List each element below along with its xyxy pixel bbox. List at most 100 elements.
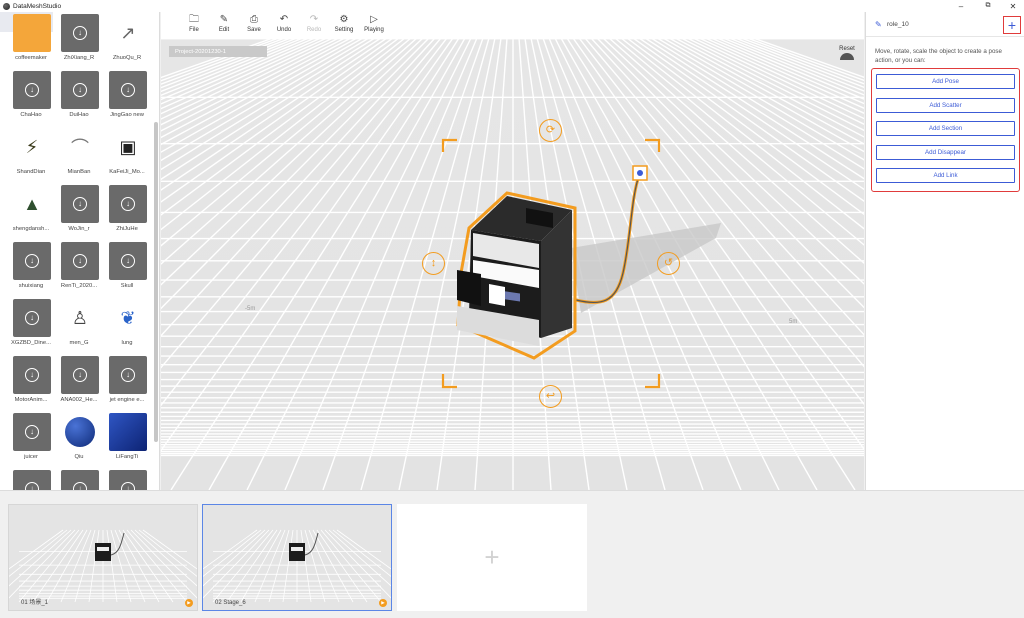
- asset-label: Skull: [120, 283, 134, 289]
- undo-icon: ↶: [279, 14, 289, 25]
- asset-item[interactable]: ▲ shengdansh...: [11, 185, 51, 240]
- rotate-up-icon[interactable]: ⟳: [539, 119, 562, 142]
- asset-label: juicer: [24, 454, 38, 460]
- asset-item[interactable]: ↓ Skull: [107, 242, 147, 297]
- asset-label: ShandDian: [16, 169, 46, 175]
- asset-label: coffeemaker: [15, 55, 47, 61]
- asset-item[interactable]: ↓: [11, 470, 51, 490]
- stage-label: 02 Stage_6: [215, 600, 246, 606]
- pencil-icon[interactable]: ✎: [875, 20, 884, 29]
- download-icon: ↓: [61, 71, 99, 109]
- rotate-vertical-icon[interactable]: ↕: [422, 252, 445, 275]
- asset-item[interactable]: ↗ ZhuoQu_R: [107, 14, 147, 69]
- close-button[interactable]: ✕: [1002, 0, 1024, 12]
- rotate-down-icon[interactable]: ↩: [539, 385, 562, 408]
- reset-camera-button[interactable]: Reset: [837, 46, 857, 66]
- undo-button[interactable]: ↶ Undo: [269, 12, 299, 38]
- asset-item[interactable]: Qiu: [59, 413, 99, 468]
- role-name: role_10: [887, 20, 909, 28]
- asset-label: MianBan: [67, 169, 91, 175]
- asset-label: shengdansh...: [12, 226, 50, 232]
- stage-card-1[interactable]: 01 场景_1 ▶: [0, 504, 244, 611]
- add-section-button[interactable]: Add Section: [876, 121, 1015, 136]
- add-pose-button[interactable]: Add Pose: [876, 74, 1015, 89]
- add-role-button[interactable]: +: [1003, 16, 1021, 34]
- download-icon: ↓: [61, 356, 99, 394]
- asset-item[interactable]: ↓: [59, 470, 99, 490]
- play-icon[interactable]: ▶: [185, 599, 193, 607]
- minimize-button[interactable]: –: [950, 0, 972, 12]
- asset-item[interactable]: ↓ juicer: [11, 413, 51, 468]
- download-icon: ↓: [61, 470, 99, 490]
- asset-item[interactable]: ↓ DuiHao: [59, 71, 99, 126]
- asset-item[interactable]: ↓: [107, 470, 147, 490]
- download-icon: ↓: [109, 71, 147, 109]
- asset-item[interactable]: ❦ lung: [107, 299, 147, 354]
- add-link-button[interactable]: Add Link: [876, 168, 1015, 183]
- asset-panel: 3D 3D Assets coffeemaker↓ZhiXiang_R↗Zhuo…: [0, 12, 160, 490]
- asset-item[interactable]: ⚡ ShandDian: [11, 128, 51, 183]
- asset-item[interactable]: ↓ MotorAnim...: [11, 356, 51, 411]
- download-icon: ↓: [109, 356, 147, 394]
- asset-item[interactable]: coffeemaker: [11, 14, 51, 69]
- toolbar-label: Playing: [364, 27, 384, 33]
- asset-label: ChaHao: [20, 112, 42, 118]
- add-stage-button[interactable]: +: [397, 504, 587, 611]
- asset-label: ANA002_He...: [60, 397, 98, 403]
- asset-item[interactable]: ▣ KaFeiJi_Mo...: [107, 128, 147, 183]
- asset-label: ZhuoQu_R: [112, 55, 142, 61]
- add-scatter-button[interactable]: Add Scatter: [876, 97, 1015, 113]
- stage-thumbnail: [156, 529, 438, 603]
- panel-icon: ⌒: [61, 128, 99, 166]
- maximize-button[interactable]: ⧉: [977, 0, 999, 12]
- toolbar-label: Undo: [276, 27, 292, 33]
- setting-button[interactable]: ⚙ Setting: [329, 12, 359, 38]
- stage-thumbnail: [0, 529, 244, 603]
- play-icon[interactable]: ▶: [379, 599, 387, 607]
- redo-button[interactable]: ↷ Redo: [299, 12, 329, 38]
- file-button[interactable]: 🗀 File: [179, 12, 209, 38]
- asset-label: WoJin_r: [68, 226, 90, 232]
- asset-item[interactable]: ↓ ZhiXiang_R: [59, 14, 99, 69]
- title-bar: DataMeshStudio – ⧉ ✕: [0, 0, 1024, 12]
- asset-item[interactable]: ↓ JingGao new: [107, 71, 147, 126]
- toolbar-label: Setting: [334, 27, 354, 33]
- asset-item[interactable]: ↓ ChaHao: [11, 71, 51, 126]
- download-icon: ↓: [13, 413, 51, 451]
- 3d-viewport[interactable]: Project-20201230-1 Reset ⟳ ↕ ↺ ↩ -5m 5m: [161, 38, 864, 490]
- asset-item[interactable]: LiFangTi: [107, 413, 147, 468]
- asset-item[interactable]: ↓ shuixiang: [11, 242, 51, 297]
- asset-item[interactable]: ⌒ MianBan: [59, 128, 99, 183]
- asset-item[interactable]: ♙ men_G: [59, 299, 99, 354]
- toolbar-label: Save: [247, 27, 261, 33]
- download-icon: ↓: [13, 299, 51, 337]
- asset-label: XGZBD_Dine...: [11, 340, 51, 346]
- asset-item[interactable]: ↓ WoJin_r: [59, 185, 99, 240]
- axis-label-left: -5m: [245, 306, 256, 312]
- toolbar-label: Edit: [218, 27, 230, 33]
- asset-scrollbar[interactable]: [154, 122, 158, 442]
- save-button[interactable]: ⎙ Save: [239, 12, 269, 38]
- axis-label-right: 5m: [789, 319, 798, 325]
- add-disappear-button[interactable]: Add Disappear: [876, 144, 1015, 160]
- asset-item[interactable]: ↓ XGZBD_Dine...: [11, 299, 51, 354]
- app-title: DataMeshStudio: [13, 2, 62, 10]
- edit-button[interactable]: ✎ Edit: [209, 12, 239, 38]
- asset-item[interactable]: ↓ ANA002_He...: [59, 356, 99, 411]
- download-icon: ↓: [61, 14, 99, 52]
- asset-item[interactable]: ↓ jet engine e...: [107, 356, 147, 411]
- asset-label: ZhiXiang_R: [63, 55, 95, 61]
- rotate-side-icon[interactable]: ↺: [657, 252, 680, 275]
- properties-panel: ✎ role_10 + Move, rotate, scale the obje…: [865, 12, 1024, 490]
- playing-button[interactable]: ▷ Playing: [359, 12, 389, 38]
- asset-item[interactable]: ↓ RenTi_2020...: [59, 242, 99, 297]
- asset-label: shuixiang: [18, 283, 44, 289]
- stage-card-2[interactable]: 02 Stage_6 ▶: [156, 504, 438, 611]
- coffeemaker-icon: [13, 14, 51, 52]
- asset-label: KaFeiJi_Mo...: [109, 169, 145, 175]
- download-icon: ↓: [13, 71, 51, 109]
- action-description: Move, rotate, scale the object to create…: [875, 48, 1002, 64]
- download-icon: ↓: [13, 356, 51, 394]
- sphere-icon: [65, 417, 95, 447]
- asset-item[interactable]: ↓ ZhiJuHe: [107, 185, 147, 240]
